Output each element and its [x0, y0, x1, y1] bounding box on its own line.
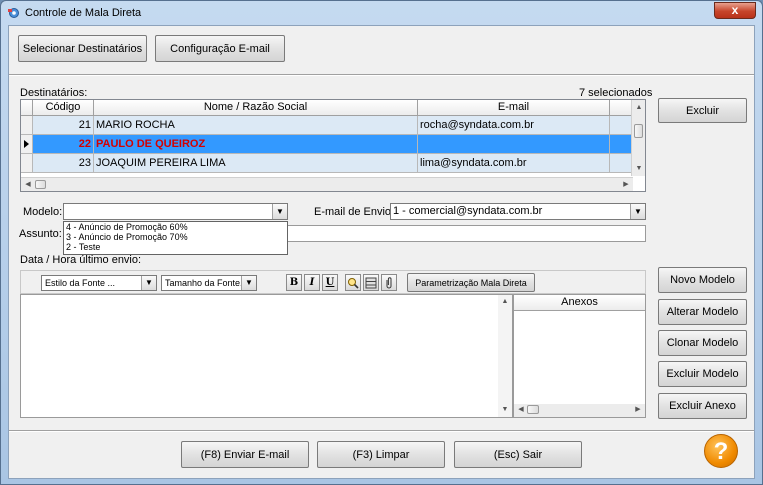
new-model-button[interactable]: Novo Modelo [658, 267, 747, 293]
exit-button[interactable]: (Esc) Sair [454, 441, 582, 468]
table-row[interactable]: 23 JOAQUIM PEREIRA LIMA lima@syndata.com… [21, 154, 633, 173]
cell-name: MARIO ROCHA [94, 116, 418, 135]
scroll-down-icon[interactable]: ▼ [632, 162, 646, 176]
italic-button[interactable]: I [304, 274, 320, 291]
editor-scrollbar[interactable]: ▲ ▼ [498, 295, 512, 417]
grid-horizontal-scrollbar[interactable]: ◀ ▶ [21, 177, 633, 191]
chevron-down-icon[interactable]: ▼ [141, 276, 156, 290]
recipients-label: Destinatários: [20, 87, 87, 99]
cell-code: 23 [33, 154, 94, 173]
row-indicator [21, 135, 33, 154]
top-separator [9, 74, 754, 76]
chevron-down-icon[interactable]: ▼ [272, 204, 287, 219]
row-indicator [21, 116, 33, 135]
horizontal-scroll-thumb[interactable] [35, 180, 46, 189]
font-size-value: Tamanho da Fonte... [165, 278, 248, 288]
delete-recipient-button[interactable]: Excluir [658, 98, 747, 123]
editor-toolbar: Estilo da Fonte ... ▼ Tamanho da Fonte..… [20, 270, 646, 294]
horizontal-scroll-thumb[interactable] [527, 405, 539, 414]
row-pointer-icon [22, 135, 30, 153]
model-option[interactable]: 4 - Anúncio de Promoção 60% [64, 222, 287, 232]
close-button[interactable]: x [714, 2, 756, 19]
model-option[interactable]: 3 - Anúncio de Promoção 70% [64, 232, 287, 242]
email-from-value: 1 - comercial@syndata.com.br [393, 205, 542, 217]
attachments-header: Anexos [514, 295, 645, 311]
attachments-hscrollbar[interactable]: ◀ ▶ [514, 404, 645, 417]
selected-count: 7 selecionados [579, 87, 652, 99]
attachments-panel[interactable]: Anexos ◀ ▶ [513, 294, 646, 418]
edit-model-button[interactable]: Alterar Modelo [658, 299, 747, 325]
underline-button[interactable]: U [322, 274, 338, 291]
email-from-select[interactable]: 1 - comercial@syndata.com.br ▼ [390, 203, 646, 220]
vertical-scroll-thumb[interactable] [634, 124, 643, 138]
cell-extra [610, 135, 633, 154]
cell-email [418, 135, 610, 154]
attach-icon[interactable] [381, 274, 397, 291]
font-style-value: Estilo da Fonte ... [45, 278, 115, 288]
model-option[interactable]: 2 - Teste [64, 242, 287, 252]
help-icon[interactable]: ? [704, 434, 738, 468]
table-row[interactable]: 21 MARIO ROCHA rocha@syndata.com.br [21, 116, 633, 135]
delete-model-button[interactable]: Excluir Modelo [658, 361, 747, 387]
app-window: Controle de Mala Direta x Selecionar Des… [0, 0, 763, 485]
scroll-right-icon[interactable]: ▶ [619, 178, 633, 192]
header-indicator [21, 100, 33, 116]
select-recipients-button[interactable]: Selecionar Destinatários [18, 35, 147, 62]
grid-header: Código Nome / Razão Social E-mail [21, 100, 646, 116]
table-row[interactable]: 22 PAULO DE QUEIROZ [21, 135, 633, 154]
header-extra [610, 100, 633, 116]
model-dropdown-list[interactable]: 4 - Anúncio de Promoção 60% 3 - Anúncio … [63, 221, 288, 255]
find-icon[interactable] [345, 274, 361, 291]
send-email-button[interactable]: (F8) Enviar E-mail [181, 441, 309, 468]
scroll-up-icon[interactable]: ▲ [498, 295, 512, 309]
font-style-select[interactable]: Estilo da Fonte ... ▼ [41, 275, 157, 291]
font-size-select[interactable]: Tamanho da Fonte... ▼ [161, 275, 257, 291]
clear-button[interactable]: (F3) Limpar [317, 441, 445, 468]
model-select[interactable]: ▼ [63, 203, 288, 220]
app-icon [7, 6, 21, 20]
recipients-grid[interactable]: Código Nome / Razão Social E-mail 21 MAR… [20, 99, 646, 192]
last-sent-label: Data / Hora último envio: [20, 254, 141, 266]
cell-code: 22 [33, 135, 94, 154]
mail-merge-params-button[interactable]: Parametrização Mala Direta [407, 273, 535, 292]
cell-name: PAULO DE QUEIROZ [94, 135, 418, 154]
cell-extra [610, 116, 633, 135]
subject-label: Assunto: [19, 228, 62, 240]
table-icon[interactable] [363, 274, 379, 291]
scroll-up-icon[interactable]: ▲ [632, 101, 646, 115]
header-name[interactable]: Nome / Razão Social [94, 100, 418, 116]
scroll-left-icon[interactable]: ◀ [21, 178, 35, 192]
model-label: Modelo: [23, 206, 62, 218]
chevron-down-icon[interactable]: ▼ [630, 204, 645, 219]
bottom-separator [9, 430, 754, 432]
header-code[interactable]: Código [33, 100, 94, 116]
clone-model-button[interactable]: Clonar Modelo [658, 330, 747, 356]
header-email[interactable]: E-mail [418, 100, 610, 116]
email-config-button[interactable]: Configuração E-mail [155, 35, 285, 62]
main-panel: Selecionar Destinatários Configuração E-… [8, 25, 755, 479]
window-title: Controle de Mala Direta [25, 7, 141, 19]
scroll-left-icon[interactable]: ◀ [514, 403, 528, 417]
scroll-down-icon[interactable]: ▼ [498, 403, 512, 417]
cell-extra [610, 154, 633, 173]
delete-attachment-button[interactable]: Excluir Anexo [658, 393, 747, 419]
chevron-down-icon[interactable]: ▼ [241, 276, 256, 290]
cell-name: JOAQUIM PEREIRA LIMA [94, 154, 418, 173]
message-editor[interactable]: ▲ ▼ [20, 294, 513, 418]
grid-vertical-scrollbar[interactable]: ▲ ▼ [631, 100, 645, 176]
cell-code: 21 [33, 116, 94, 135]
bold-button[interactable]: B [286, 274, 302, 291]
email-from-label: E-mail de Envio: [314, 206, 394, 218]
scroll-right-icon[interactable]: ▶ [631, 403, 645, 417]
row-indicator [21, 154, 33, 173]
cell-email: lima@syndata.com.br [418, 154, 610, 173]
cell-email: rocha@syndata.com.br [418, 116, 610, 135]
title-bar: Controle de Mala Direta x [1, 1, 762, 25]
